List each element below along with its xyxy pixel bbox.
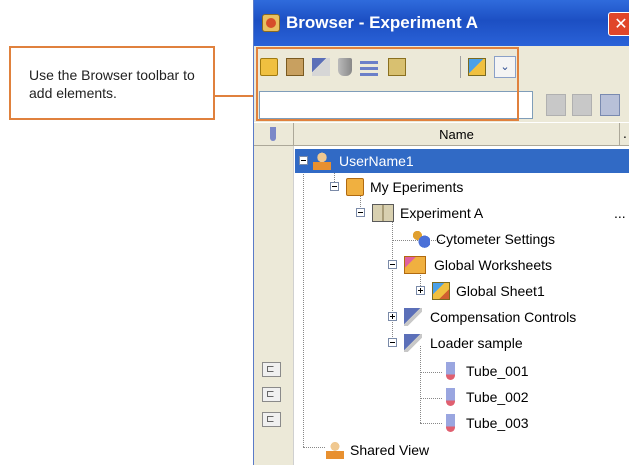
tree-row-my-experiments[interactable]: My Eperiments bbox=[254, 175, 629, 199]
column-header: Name . bbox=[254, 122, 629, 146]
callout-box: Use the Browser toolbar to add elements. bbox=[9, 46, 215, 120]
global-sheet-icon bbox=[432, 282, 450, 300]
collapse-toggle[interactable] bbox=[330, 182, 339, 191]
window-title: Browser - Experiment A bbox=[286, 13, 479, 32]
tree-trailing: ... bbox=[614, 205, 626, 221]
tree-row-tube-003[interactable]: Tube_003 bbox=[254, 411, 629, 435]
cytometer-settings-icon bbox=[412, 230, 430, 248]
tree-label: Global Worksheets bbox=[434, 257, 553, 273]
tree-label: Tube_002 bbox=[466, 389, 529, 405]
collapse-toggle[interactable] bbox=[356, 208, 365, 217]
search-option-button-1[interactable] bbox=[546, 94, 566, 116]
compensation-controls-icon bbox=[404, 308, 422, 326]
tree-label: Loader sample bbox=[430, 335, 523, 351]
tree-row-loader-sample[interactable]: Loader sample bbox=[254, 331, 629, 355]
tree-row-global-sheet1[interactable]: Global Sheet1 bbox=[254, 279, 629, 303]
search-option-button-3[interactable] bbox=[600, 94, 620, 116]
callout-text: Use the Browser toolbar to add elements. bbox=[29, 67, 195, 101]
tree-row-shared-view[interactable]: Shared View bbox=[254, 438, 629, 462]
tube-icon bbox=[446, 362, 455, 380]
new-specimen-icon[interactable] bbox=[312, 58, 330, 76]
new-experiment-icon[interactable] bbox=[286, 58, 304, 76]
expand-toggle[interactable] bbox=[388, 312, 397, 321]
browser-app-icon bbox=[262, 14, 280, 32]
specimen-icon bbox=[404, 334, 422, 352]
tube-column-header[interactable] bbox=[254, 123, 294, 146]
browser-tree: UserName1 My Eperiments Experiment A ...… bbox=[254, 146, 629, 465]
tree-row-tube-001[interactable]: Tube_001 bbox=[254, 359, 629, 383]
shared-view-icon bbox=[326, 441, 344, 459]
tree-row-compensation-controls[interactable]: Compensation Controls bbox=[254, 305, 629, 329]
tree-label: Tube_003 bbox=[466, 415, 529, 431]
toolbar-separator bbox=[460, 56, 461, 78]
close-button[interactable]: ✕ bbox=[608, 12, 629, 36]
tube-icon bbox=[270, 127, 276, 141]
experiment-book-icon bbox=[372, 204, 394, 222]
tree-row-cytometer-settings[interactable]: Cytometer Settings bbox=[254, 227, 629, 251]
new-worksheet-icon[interactable] bbox=[388, 58, 406, 76]
tree-row-tube-002[interactable]: Tube_002 bbox=[254, 385, 629, 409]
tree-label: Shared View bbox=[350, 442, 430, 458]
tree-row-user[interactable]: UserName1 bbox=[295, 149, 629, 173]
new-folder-icon[interactable] bbox=[260, 58, 278, 76]
search-option-button-2[interactable] bbox=[572, 94, 592, 116]
tree-label: Global Sheet1 bbox=[456, 283, 545, 299]
new-tube-icon[interactable] bbox=[338, 58, 352, 76]
tree-label: Experiment A bbox=[400, 205, 484, 221]
tree-label: Cytometer Settings bbox=[436, 231, 556, 247]
tree-row-global-worksheets[interactable]: Global Worksheets bbox=[254, 253, 629, 277]
collapse-toggle[interactable] bbox=[299, 156, 308, 165]
tube-icon bbox=[446, 388, 455, 406]
tree-label: My Eperiments bbox=[370, 179, 464, 195]
user-icon bbox=[313, 152, 331, 170]
new-global-worksheet-icon[interactable] bbox=[468, 58, 486, 76]
tree-label: Compensation Controls bbox=[430, 309, 577, 325]
collapse-toggle[interactable] bbox=[388, 260, 397, 269]
search-input[interactable] bbox=[259, 91, 533, 119]
extra-column-header[interactable]: . bbox=[623, 127, 627, 141]
collapse-toggle[interactable] bbox=[388, 338, 397, 347]
global-worksheets-folder-icon bbox=[404, 256, 426, 274]
tree-label: UserName1 bbox=[339, 153, 414, 169]
tree-label: Tube_001 bbox=[466, 363, 529, 379]
folder-icon bbox=[346, 178, 364, 196]
name-column-header[interactable]: Name bbox=[294, 123, 620, 146]
new-sort-layout-icon[interactable] bbox=[360, 58, 378, 76]
title-bar: Browser - Experiment A ✕ bbox=[254, 0, 629, 46]
expand-toggle[interactable] bbox=[416, 286, 425, 295]
search-bar bbox=[254, 88, 629, 122]
toolbar-dropdown-button[interactable]: ⌄ bbox=[494, 56, 516, 78]
browser-window: Browser - Experiment A ✕ ⌄ Name . UserNa… bbox=[253, 0, 629, 465]
tube-icon bbox=[446, 414, 455, 432]
browser-toolbar: ⌄ bbox=[254, 46, 629, 88]
tree-row-experiment-a[interactable]: Experiment A ... bbox=[254, 201, 629, 225]
